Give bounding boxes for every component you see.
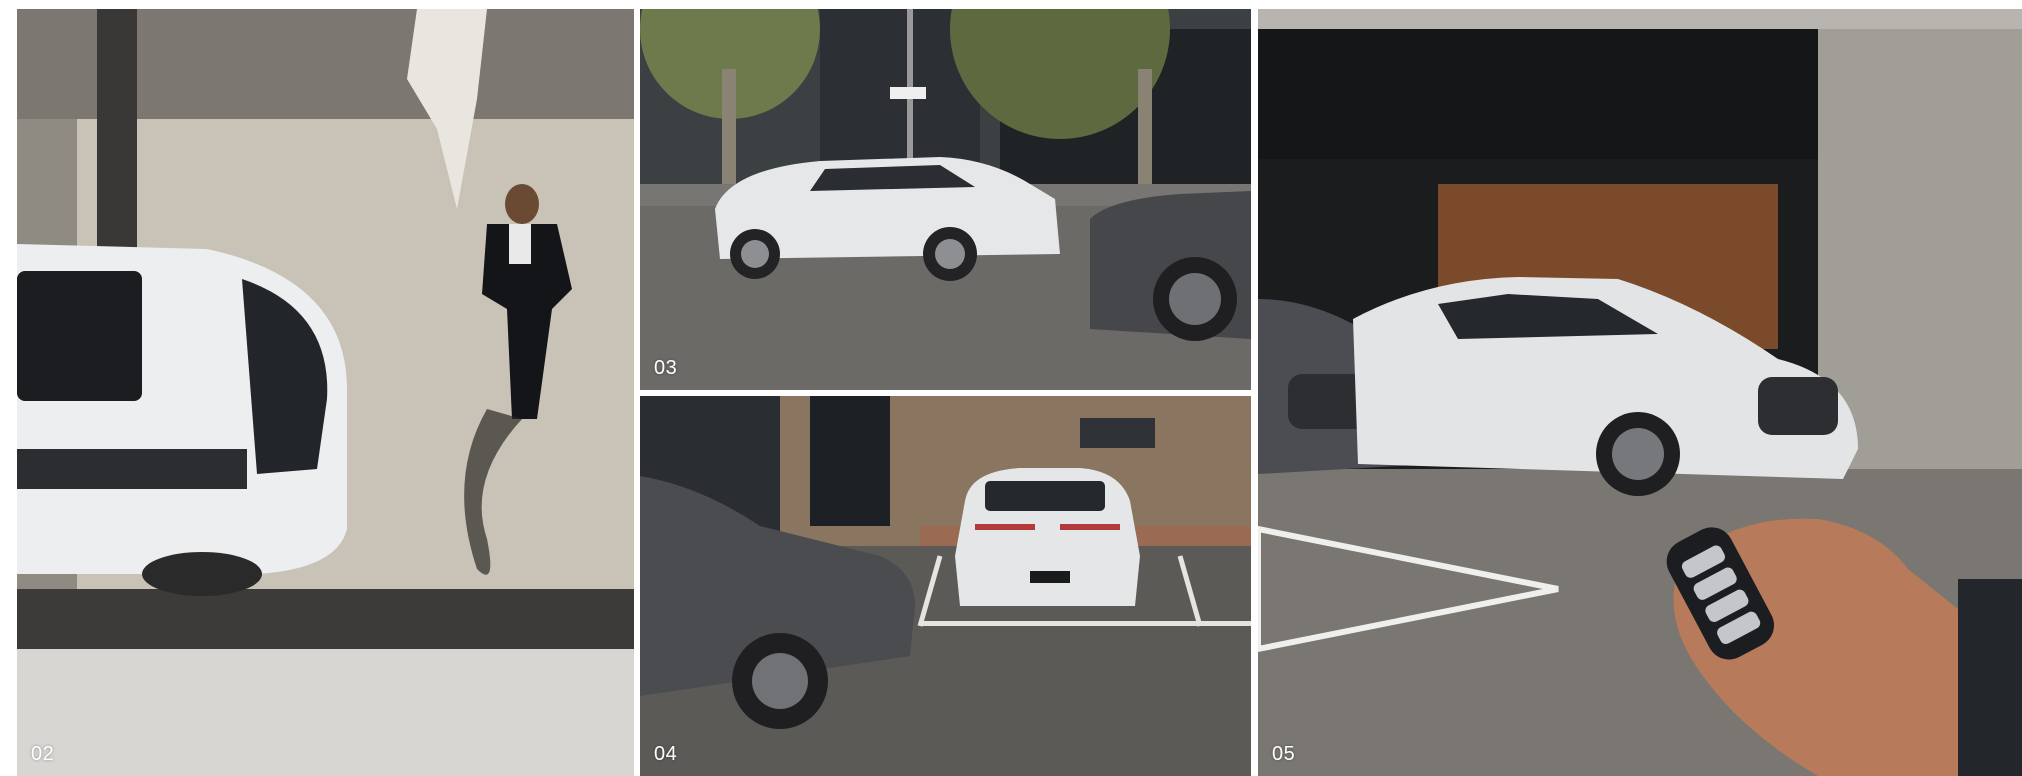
photo-panel-05: 05 [1258, 9, 2022, 776]
street-scene-image [640, 9, 1251, 390]
photo-number-label: 03 [654, 357, 678, 379]
photo-number-label: 04 [654, 743, 678, 765]
photo-panel-03: 03 [640, 9, 1251, 390]
parking-lot-scene-image [640, 396, 1251, 776]
photo-number-label: 02 [31, 743, 55, 765]
photo-panel-04: 04 [640, 396, 1251, 776]
overhead-scene-image [17, 9, 634, 776]
garage-keyfob-scene-image [1258, 9, 2022, 776]
photo-panel-02: 02 [17, 9, 634, 776]
photo-number-label: 05 [1272, 743, 1296, 765]
